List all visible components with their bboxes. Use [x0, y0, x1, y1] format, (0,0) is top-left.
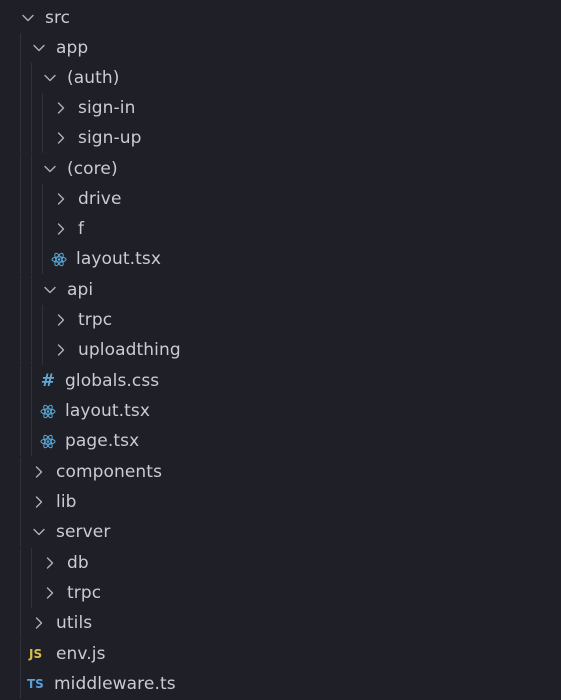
- tree-item-label: (core): [67, 159, 118, 179]
- tree-item-label: app: [56, 38, 89, 58]
- tree-item-label: drive: [78, 189, 122, 209]
- tree-item-layout-tsx[interactable]: layout.tsx: [0, 244, 561, 274]
- chevron-right-icon: [31, 615, 47, 631]
- react-icon: [40, 403, 56, 419]
- tree-item-f[interactable]: f: [0, 214, 561, 244]
- chevron-right-icon: [42, 555, 58, 571]
- chevron-right-icon: [53, 130, 69, 146]
- chevron-right-icon: [53, 342, 69, 358]
- tree-item-globals-css[interactable]: # globals.css: [0, 366, 561, 396]
- typescript-file-icon: TS: [27, 677, 44, 691]
- tree-item-page-tsx[interactable]: page.tsx: [0, 426, 561, 456]
- tree-item-layout-tsx-root[interactable]: layout.tsx: [0, 396, 561, 426]
- tree-item-uploadthing[interactable]: uploadthing: [0, 335, 561, 365]
- tree-item-src[interactable]: src: [0, 3, 561, 33]
- tree-item-label: sign-up: [78, 128, 142, 148]
- tree-item-lib[interactable]: lib: [0, 487, 561, 517]
- react-icon: [51, 251, 67, 267]
- tree-item-drive[interactable]: drive: [0, 184, 561, 214]
- tree-item-label: db: [67, 553, 89, 573]
- chevron-right-icon: [53, 100, 69, 116]
- chevron-down-icon: [42, 70, 58, 86]
- tree-item-label: page.tsx: [65, 431, 140, 451]
- tree-item-label: trpc: [78, 310, 113, 330]
- chevron-down-icon: [42, 282, 58, 298]
- tree-item-db[interactable]: db: [0, 548, 561, 578]
- tree-item-label: layout.tsx: [76, 249, 162, 269]
- tree-item-api[interactable]: api: [0, 275, 561, 305]
- chevron-right-icon: [53, 312, 69, 328]
- tree-item-app[interactable]: app: [0, 33, 561, 63]
- tree-item-label: f: [78, 219, 85, 239]
- tree-item-utils[interactable]: utils: [0, 608, 561, 638]
- tree-item-core[interactable]: (core): [0, 154, 561, 184]
- tree-item-label: layout.tsx: [65, 401, 151, 421]
- tree-item-server[interactable]: server: [0, 517, 561, 547]
- chevron-right-icon: [53, 191, 69, 207]
- tree-item-label: trpc: [67, 583, 102, 603]
- tree-item-label: api: [67, 280, 94, 300]
- css-hash-icon: #: [40, 371, 56, 391]
- tree-item-label: env.js: [56, 644, 106, 664]
- tree-item-label: uploadthing: [78, 340, 181, 360]
- chevron-right-icon: [42, 585, 58, 601]
- chevron-down-icon: [31, 40, 47, 56]
- tree-item-label: middleware.ts: [54, 674, 176, 694]
- tree-item-trpc[interactable]: trpc: [0, 305, 561, 335]
- tree-item-label: src: [45, 8, 71, 28]
- chevron-right-icon: [31, 464, 47, 480]
- tree-item-label: utils: [56, 613, 93, 633]
- chevron-right-icon: [31, 494, 47, 510]
- chevron-down-icon: [20, 10, 36, 26]
- tree-item-label: server: [56, 522, 111, 542]
- tree-item-sign-up[interactable]: sign-up: [0, 123, 561, 153]
- tree-item-components[interactable]: components: [0, 457, 561, 487]
- tree-item-label: components: [56, 462, 163, 482]
- chevron-down-icon: [42, 161, 58, 177]
- tree-item-auth[interactable]: (auth): [0, 63, 561, 93]
- javascript-file-icon: JS: [29, 647, 43, 661]
- tree-item-env-js[interactable]: JS env.js: [0, 639, 561, 669]
- file-explorer: src app (auth) sign-in sign-up (core) dr…: [0, 0, 561, 700]
- tree-item-label: globals.css: [65, 371, 160, 391]
- tree-item-label: (auth): [67, 68, 120, 88]
- chevron-down-icon: [31, 524, 47, 540]
- tree-item-label: lib: [56, 492, 77, 512]
- tree-item-middleware-ts[interactable]: TS middleware.ts: [0, 669, 561, 699]
- tree-item-trpc-server[interactable]: trpc: [0, 578, 561, 608]
- chevron-right-icon: [53, 221, 69, 237]
- tree-item-sign-in[interactable]: sign-in: [0, 93, 561, 123]
- tree-item-label: sign-in: [78, 98, 136, 118]
- react-icon: [40, 433, 56, 449]
